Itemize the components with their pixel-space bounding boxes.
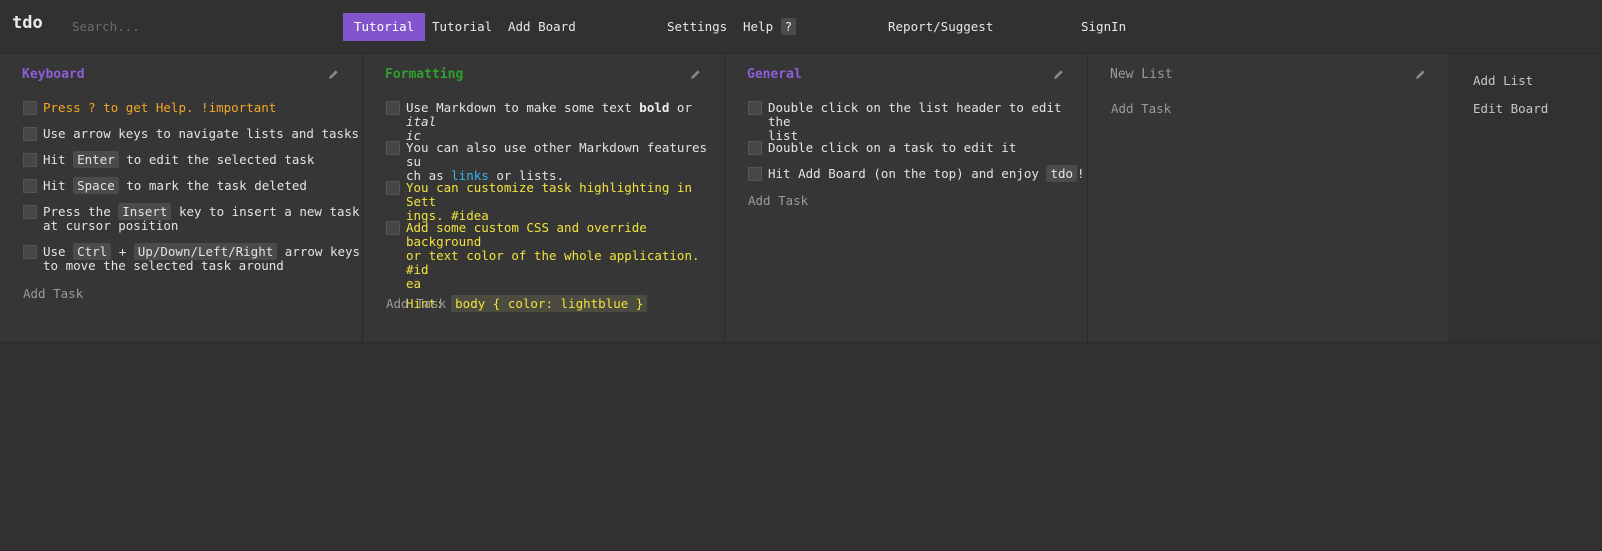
key-badge: Space [73, 177, 119, 194]
edit-board-button[interactable]: Edit Board [1473, 101, 1548, 116]
list-header[interactable]: Formatting [385, 67, 463, 82]
task-text: Press ? to get Help. !important [43, 100, 277, 115]
task-text: Hit Enter to edit the selected task [43, 151, 315, 168]
board: Keyboard Press ? to get Help. !important… [0, 53, 1602, 343]
task-item[interactable]: Press ? to get Help. !important [23, 101, 276, 115]
list-header[interactable]: Keyboard [22, 67, 85, 82]
task-item[interactable]: Use Ctrl + Up/Down/Left/Right arrow keys… [23, 243, 361, 273]
task-checkbox[interactable] [23, 101, 37, 115]
task-item[interactable]: Hit Enter to edit the selected task [23, 151, 315, 168]
add-task-button[interactable]: Add Task [386, 296, 446, 311]
inline-code: tdo [1046, 165, 1078, 182]
help-shortcut-badge: ? [780, 18, 797, 35]
task-text: Use Ctrl + Up/Down/Left/Right arrow keys… [43, 243, 361, 273]
add-board-button[interactable]: Add Board [497, 13, 587, 41]
task-text: Hit Add Board (on the top) and enjoy tdo… [768, 165, 1085, 182]
task-text: Add some custom CSS and override backgro… [406, 220, 708, 312]
add-task-button[interactable]: Add Task [23, 286, 83, 301]
task-item[interactable]: Double click on the list header to edit … [748, 101, 1087, 143]
task-item[interactable]: You can also use other Markdown features… [386, 141, 724, 183]
app-logo[interactable]: tdo [12, 13, 43, 33]
task-item[interactable]: Use arrow keys to navigate lists and tas… [23, 127, 359, 141]
task-text: Use Markdown to make some text bold or i… [406, 100, 700, 143]
board-tab-tutorial-active[interactable]: Tutorial [343, 13, 426, 41]
key-badge: Enter [73, 151, 119, 168]
list-general: General Double click on the list header … [725, 54, 1088, 342]
task-item[interactable]: Hit Add Board (on the top) and enjoy tdo… [748, 165, 1085, 182]
task-checkbox[interactable] [23, 179, 37, 193]
list-keyboard: Keyboard Press ? to get Help. !important… [0, 54, 363, 342]
task-checkbox[interactable] [23, 127, 37, 141]
list-header[interactable]: New List [1110, 67, 1173, 82]
task-checkbox[interactable] [23, 153, 37, 167]
task-item[interactable]: You can customize task highlighting in S… [386, 181, 724, 223]
search-input[interactable] [66, 16, 256, 36]
task-checkbox[interactable] [386, 101, 400, 115]
settings-button[interactable]: Settings [656, 13, 738, 41]
task-checkbox[interactable] [386, 181, 400, 195]
task-text: You can also use other Markdown features… [406, 140, 715, 183]
list-formatting: Formatting Use Markdown to make some tex… [363, 54, 725, 342]
task-checkbox[interactable] [23, 205, 37, 219]
task-text: Double click on a task to edit it [768, 140, 1017, 155]
inline-code: body { color: lightblue } [451, 295, 648, 312]
signin-button[interactable]: SignIn [1070, 13, 1137, 41]
task-item[interactable]: Press the Insert key to insert a new tas… [23, 203, 360, 233]
help-label: Help [743, 19, 774, 34]
task-checkbox[interactable] [23, 245, 37, 259]
pencil-icon[interactable] [1053, 69, 1064, 80]
task-item[interactable]: Double click on a task to edit it [748, 141, 1016, 155]
task-text: Press the Insert key to insert a new tas… [43, 203, 360, 233]
task-checkbox[interactable] [386, 221, 400, 235]
pencil-icon[interactable] [690, 69, 701, 80]
add-task-button[interactable]: Add Task [748, 193, 808, 208]
task-text: Use arrow keys to navigate lists and tas… [43, 126, 360, 141]
task-item[interactable]: Use Markdown to make some text bold or i… [386, 101, 724, 143]
list-new-list: New List Add Task [1088, 54, 1450, 342]
task-checkbox[interactable] [748, 167, 762, 181]
pencil-icon[interactable] [328, 69, 339, 80]
top-bar: tdo Tutorial Tutorial Add Board Settings… [0, 0, 1602, 53]
task-checkbox[interactable] [748, 141, 762, 155]
task-checkbox[interactable] [386, 141, 400, 155]
list-header[interactable]: General [747, 67, 802, 82]
add-list-button[interactable]: Add List [1473, 73, 1533, 88]
add-task-button[interactable]: Add Task [1111, 101, 1171, 116]
pencil-icon[interactable] [1415, 69, 1426, 80]
task-item[interactable]: Hit Space to mark the task deleted [23, 177, 307, 194]
help-button[interactable]: Help ? [732, 13, 807, 41]
task-text: Double click on the list header to edit … [768, 100, 1070, 143]
report-suggest-button[interactable]: Report/Suggest [877, 13, 1004, 41]
board-tab-tutorial[interactable]: Tutorial [421, 13, 503, 41]
task-text: You can customize task highlighting in S… [406, 180, 700, 223]
task-text: Hit Space to mark the task deleted [43, 177, 307, 194]
task-checkbox[interactable] [748, 101, 762, 115]
